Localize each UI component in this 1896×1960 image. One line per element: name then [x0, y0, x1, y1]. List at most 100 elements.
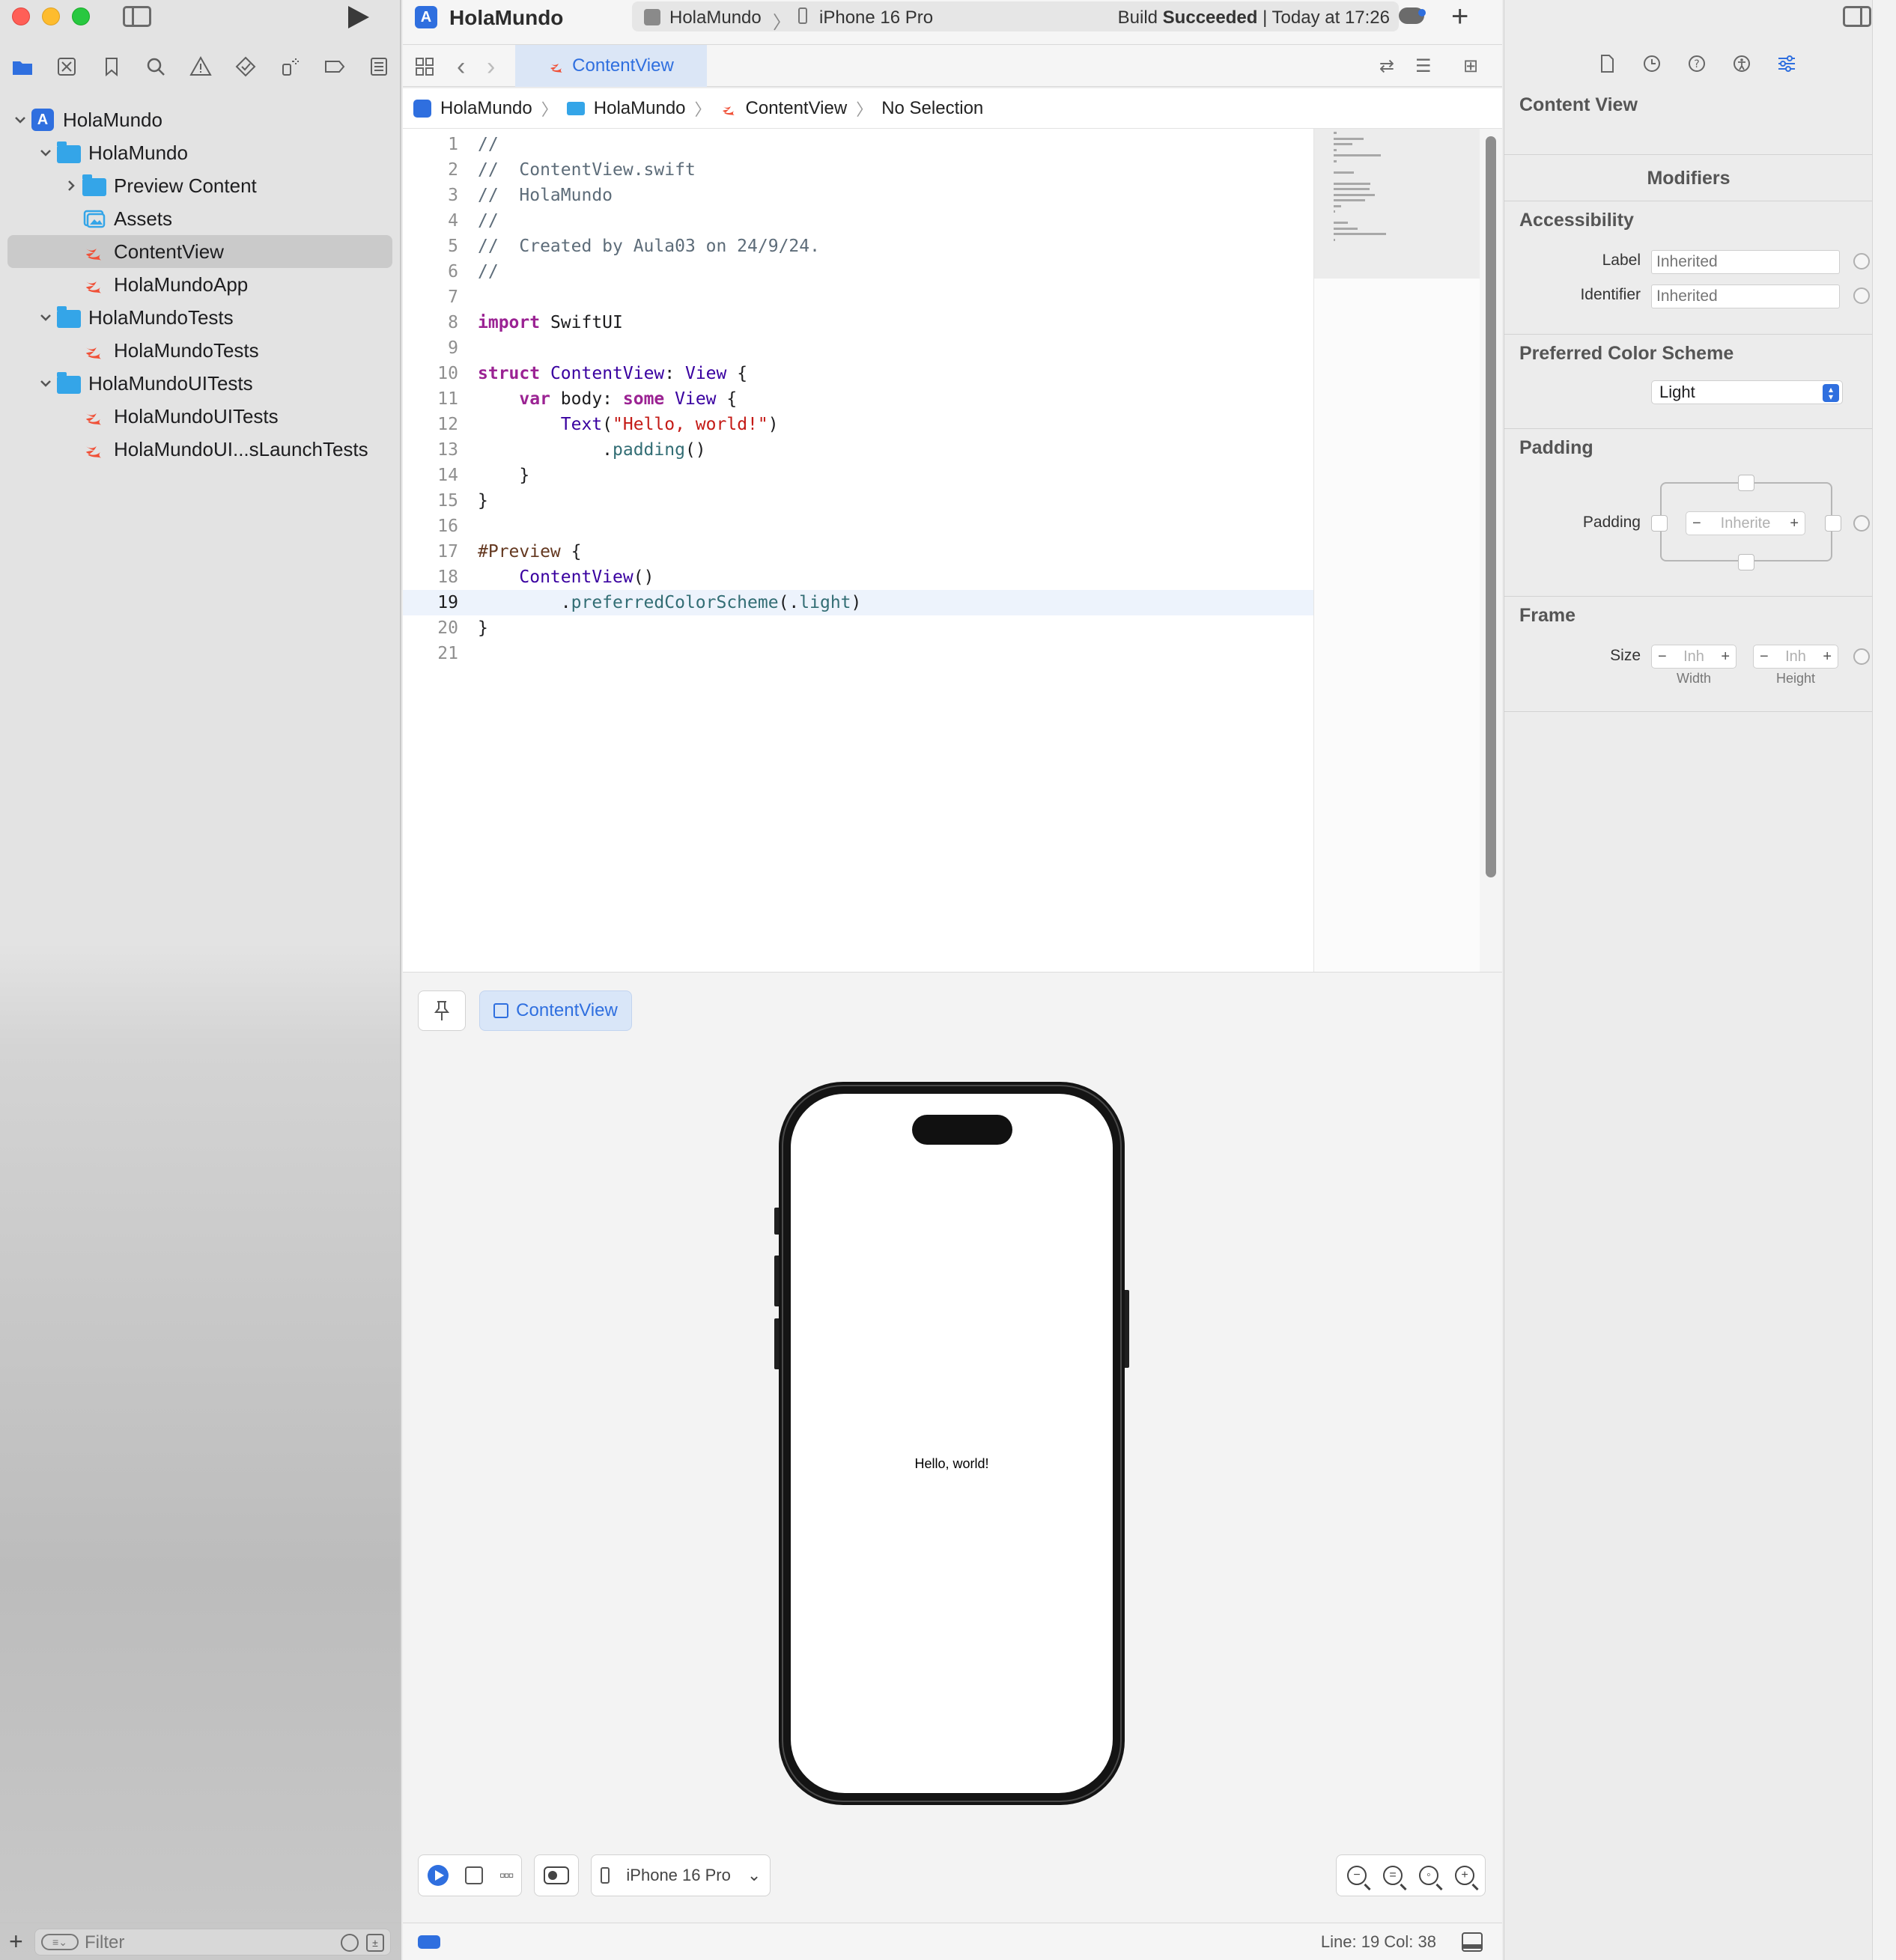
- code-line[interactable]: 21: [403, 641, 1313, 666]
- code-text[interactable]: .padding(): [478, 437, 706, 463]
- test-navigator-tab[interactable]: [223, 51, 268, 82]
- code-text[interactable]: //: [478, 259, 499, 284]
- frame-width-stepper[interactable]: − Inh +: [1651, 645, 1737, 669]
- code-text[interactable]: }: [478, 488, 488, 514]
- chevron-right-icon[interactable]: [63, 177, 79, 194]
- line-number[interactable]: 5: [403, 234, 458, 259]
- line-number[interactable]: 11: [403, 386, 458, 412]
- code-line[interactable]: 19 .preferredColorScheme(.light): [403, 590, 1313, 615]
- filter-options-icon[interactable]: ≡⌄: [41, 1933, 79, 1950]
- color-scheme-select[interactable]: Light ▴ ▾: [1651, 380, 1843, 404]
- padding-top-checkbox[interactable]: [1738, 475, 1754, 491]
- code-text[interactable]: #Preview {: [478, 539, 581, 564]
- tree-item[interactable]: HolaMundoUITests: [0, 367, 401, 400]
- line-number[interactable]: 8: [403, 310, 458, 335]
- padding-stepper[interactable]: − Inherite +: [1686, 511, 1805, 535]
- breakpoint-navigator-tab[interactable]: [312, 51, 357, 82]
- code-line[interactable]: 5 // Created by Aula03 on 24/9/24.: [403, 234, 1313, 259]
- tab-contentview[interactable]: ContentView: [515, 45, 707, 87]
- source-control-navigator-tab[interactable]: [45, 51, 90, 82]
- preview-hello-text[interactable]: Hello, world!: [791, 1456, 1113, 1472]
- tree-item[interactable]: HolaMundoUITests: [0, 400, 401, 433]
- zoom-out-icon[interactable]: −: [1347, 1866, 1367, 1885]
- jumpbar-item-file[interactable]: ContentView: [746, 98, 848, 119]
- line-number[interactable]: 2: [403, 157, 458, 183]
- code-line[interactable]: 12 Text("Hello, world!"): [403, 412, 1313, 437]
- code-line[interactable]: 10 struct ContentView: View {: [403, 361, 1313, 386]
- issues-navigator-tab[interactable]: [178, 51, 223, 82]
- padding-bottom-checkbox[interactable]: [1738, 554, 1754, 570]
- add-file-icon[interactable]: +: [9, 1928, 23, 1956]
- code-line[interactable]: 14 }: [403, 463, 1313, 488]
- chevron-down-icon[interactable]: [12, 112, 28, 128]
- padding-radio[interactable]: [1853, 515, 1870, 532]
- code-text[interactable]: // ContentView.swift: [478, 157, 696, 183]
- line-number[interactable]: 13: [403, 437, 458, 463]
- code-line[interactable]: 7: [403, 284, 1313, 310]
- padding-trailing-checkbox[interactable]: [1825, 515, 1841, 532]
- editor-scrollbar[interactable]: [1480, 129, 1502, 972]
- chevron-down-icon[interactable]: [37, 309, 54, 326]
- accessibility-inspector-tab[interactable]: [1731, 52, 1753, 75]
- code-line[interactable]: 3 // HolaMundo: [403, 183, 1313, 208]
- code-text[interactable]: var body: some View {: [478, 386, 737, 412]
- minimize-window-button[interactable]: [42, 7, 60, 25]
- project-navigator-tab[interactable]: [0, 51, 45, 82]
- code-line[interactable]: 1 //: [403, 132, 1313, 157]
- code-line[interactable]: 11 var body: some View {: [403, 386, 1313, 412]
- phone-screen[interactable]: Hello, world!: [791, 1094, 1113, 1793]
- scrollbar-thumb[interactable]: [1486, 136, 1496, 877]
- navigate-back-icon[interactable]: ‹: [457, 52, 465, 82]
- line-number[interactable]: 14: [403, 463, 458, 488]
- preview-selector-contentview[interactable]: ContentView: [479, 990, 632, 1031]
- close-window-button[interactable]: [12, 7, 30, 25]
- activity-view[interactable]: HolaMundo 〉 iPhone 16 Pro Build Succeede…: [632, 1, 1399, 33]
- code-text[interactable]: //: [478, 132, 499, 157]
- code-text[interactable]: }: [478, 615, 488, 641]
- code-text[interactable]: import SwiftUI: [478, 310, 623, 335]
- tree-item[interactable]: HolaMundo: [0, 136, 401, 169]
- source-editor[interactable]: 1 // 2 // ContentView.swift 3 // HolaMundo 4 //…: [403, 129, 1313, 972]
- cloud-status-icon[interactable]: [1399, 7, 1426, 24]
- filter-field[interactable]: ≡⌄ ±: [34, 1928, 391, 1956]
- zoom-to-fit-icon[interactable]: ◦: [1419, 1866, 1438, 1885]
- accessibility-label-input[interactable]: [1651, 250, 1840, 274]
- minimap[interactable]: [1313, 129, 1480, 972]
- minimap-visible-region[interactable]: [1314, 129, 1480, 279]
- frame-height-stepper[interactable]: − Inh +: [1753, 645, 1838, 669]
- code-line[interactable]: 8 import SwiftUI: [403, 310, 1313, 335]
- code-text[interactable]: ContentView(): [478, 564, 654, 590]
- code-line[interactable]: 18 ContentView(): [403, 564, 1313, 590]
- line-number[interactable]: 9: [403, 335, 458, 361]
- recent-files-icon[interactable]: [341, 1933, 359, 1952]
- padding-leading-checkbox[interactable]: [1651, 515, 1668, 532]
- source-control-filter-icon[interactable]: ±: [366, 1933, 384, 1952]
- scheme-selector[interactable]: HolaMundo: [669, 7, 762, 28]
- line-number[interactable]: 6: [403, 259, 458, 284]
- width-value[interactable]: Inh: [1683, 648, 1704, 666]
- jumpbar-item-group[interactable]: HolaMundo: [594, 98, 686, 119]
- inspector-toggle-icon[interactable]: [1843, 6, 1871, 27]
- line-number[interactable]: 7: [403, 284, 458, 310]
- navigate-forward-icon[interactable]: ›: [487, 52, 495, 82]
- minus-icon[interactable]: −: [1692, 515, 1701, 532]
- line-number[interactable]: 20: [403, 615, 458, 641]
- code-line[interactable]: 17 #Preview {: [403, 539, 1313, 564]
- code-line[interactable]: 6 //: [403, 259, 1313, 284]
- code-text[interactable]: struct ContentView: View {: [478, 361, 747, 386]
- code-text[interactable]: Text("Hello, world!"): [478, 412, 779, 437]
- jumpbar-item-symbol[interactable]: No Selection: [881, 98, 983, 119]
- line-number[interactable]: 21: [403, 641, 458, 666]
- report-navigator-tab[interactable]: [357, 51, 402, 82]
- bookmarks-navigator-tab[interactable]: [89, 51, 134, 82]
- code-text[interactable]: }: [478, 463, 529, 488]
- tree-item[interactable]: Preview Content: [0, 169, 401, 202]
- tree-item[interactable]: HolaMundoUI...sLaunchTests: [0, 433, 401, 466]
- quick-help-inspector-tab[interactable]: ?: [1686, 52, 1708, 75]
- line-number[interactable]: 12: [403, 412, 458, 437]
- minus-icon[interactable]: −: [1658, 648, 1667, 666]
- zoom-window-button[interactable]: [72, 7, 90, 25]
- line-number[interactable]: 17: [403, 539, 458, 564]
- related-items-grid-icon[interactable]: [415, 57, 434, 76]
- jumpbar-item-project[interactable]: HolaMundo: [440, 98, 532, 119]
